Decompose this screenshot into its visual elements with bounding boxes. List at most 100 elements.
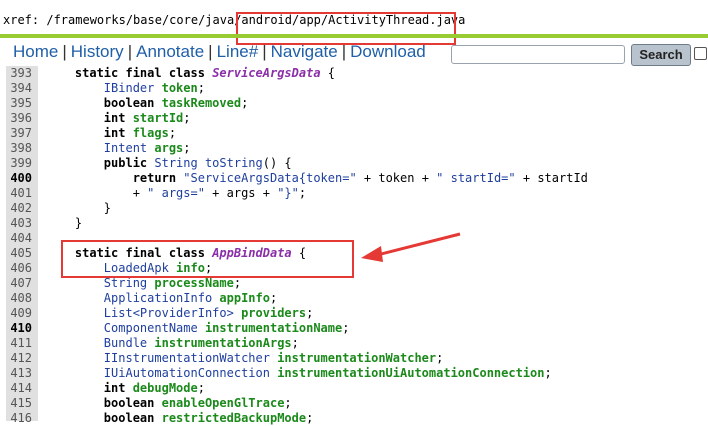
line-number[interactable]: 399 (6, 156, 38, 171)
code-token[interactable]: restrictedBackupMode (162, 411, 307, 425)
code-token[interactable]: startId (133, 111, 184, 125)
line-number[interactable]: 409 (6, 306, 38, 321)
code-token: ; (233, 276, 242, 290)
code-token: } (103, 201, 112, 215)
nav-link-download[interactable]: Download (350, 42, 426, 61)
code-token: + args + (204, 186, 278, 200)
code-text: boolean taskRemoved; (46, 96, 249, 111)
line-number[interactable]: 400 (6, 171, 38, 186)
code-line: 396 int startId; (6, 111, 708, 126)
code-token: ComponentName (103, 321, 205, 335)
line-number[interactable]: 416 (6, 411, 38, 426)
line-number[interactable]: 415 (6, 396, 38, 411)
code-line: 413 IUiAutomationConnection instrumentat… (6, 366, 708, 381)
code-line: 399 public String toString() { (6, 156, 708, 171)
line-number[interactable]: 402 (6, 201, 38, 216)
code-token[interactable]: flags (133, 126, 169, 140)
code-text: boolean enableOpenGlTrace; (46, 396, 292, 411)
code-line: 412 IInstrumentationWatcher instrumentat… (6, 351, 708, 366)
code-token[interactable]: processName (154, 276, 233, 290)
code-token: { (320, 66, 336, 80)
nav-link-line[interactable]: Line# (217, 42, 259, 61)
code-token[interactable]: instrumentationName (205, 321, 342, 335)
line-number[interactable]: 410 (6, 321, 38, 336)
code-token: ; (168, 126, 177, 140)
header-divider (0, 34, 708, 38)
nav-link-home[interactable]: Home (13, 42, 58, 61)
line-number[interactable]: 393 (6, 66, 38, 81)
code-text: public String toString() { (46, 156, 292, 171)
code-line: 414 int debugMode; (6, 381, 708, 396)
code-line: 400 return "ServiceArgsData{token=" + to… (6, 171, 708, 186)
nav-link-annotate[interactable]: Annotate (136, 42, 204, 61)
line-number[interactable]: 411 (6, 336, 38, 351)
code-line: 394 IBinder token; (6, 81, 708, 96)
line-number[interactable]: 404 (6, 231, 38, 246)
line-number[interactable]: 394 (6, 81, 38, 96)
code-token[interactable]: instrumentationWatcher (277, 351, 436, 365)
line-number[interactable]: 401 (6, 186, 38, 201)
code-token[interactable]: instrumentationUiAutomationConnection (277, 366, 544, 380)
code-token: String (103, 276, 155, 290)
code-line: 415 boolean enableOpenGlTrace; (6, 396, 708, 411)
code-text: IBinder token; (46, 81, 205, 96)
code-token[interactable]: enableOpenGlTrace (162, 396, 285, 410)
code-token[interactable]: taskRemoved (162, 96, 241, 110)
code-token[interactable]: providers (241, 306, 306, 320)
line-number[interactable]: 403 (6, 216, 38, 231)
code-line: 407 String processName; (6, 276, 708, 291)
line-number[interactable]: 406 (6, 261, 38, 276)
code-text: } (46, 216, 82, 231)
line-number[interactable]: 405 (6, 246, 38, 261)
line-number[interactable]: 407 (6, 276, 38, 291)
class-highlight-box (61, 240, 354, 278)
code-text: static final class ServiceArgsData { (46, 66, 335, 81)
search-option-checkbox[interactable] (694, 47, 707, 60)
line-number[interactable]: 396 (6, 111, 38, 126)
code-line: 401 + " args=" + args + "}"; (6, 186, 708, 201)
code-token[interactable]: toString (205, 156, 263, 170)
code-line: 409 List<ProviderInfo> providers; (6, 306, 708, 321)
code-line: 402 } (6, 201, 708, 216)
code-token[interactable]: args (154, 141, 183, 155)
code-token: ; (241, 96, 249, 110)
nav-link-history[interactable]: History (71, 42, 124, 61)
code-token: ; (291, 336, 299, 350)
line-number[interactable]: 398 (6, 141, 38, 156)
line-number[interactable]: 397 (6, 126, 38, 141)
code-token[interactable]: instrumentationArgs (154, 336, 291, 350)
code-text: int flags; (46, 126, 176, 141)
code-token: " startId=" (436, 171, 516, 185)
code-token[interactable]: appInfo (219, 291, 270, 305)
code-text: ApplicationInfo appInfo; (46, 291, 277, 306)
code-text: + " args=" + args + "}"; (46, 186, 306, 201)
nav-separator: | (208, 42, 213, 61)
line-number[interactable]: 413 (6, 366, 38, 381)
code-token: ; (269, 291, 278, 305)
line-number[interactable]: 408 (6, 291, 38, 306)
code-text: Bundle instrumentationArgs; (46, 336, 299, 351)
line-number[interactable]: 414 (6, 381, 38, 396)
code-token: ; (284, 396, 292, 410)
nav-link-navigate[interactable]: Navigate (271, 42, 338, 61)
line-number[interactable]: 412 (6, 351, 38, 366)
code-token[interactable]: ServiceArgsData (212, 66, 320, 80)
search-input[interactable] (451, 45, 625, 64)
nav-separator: | (262, 42, 267, 61)
search-button[interactable]: Search (631, 44, 691, 66)
code-text: boolean restrictedBackupMode; (46, 411, 314, 426)
line-number[interactable]: 395 (6, 96, 38, 111)
code-line: 411 Bundle instrumentationArgs; (6, 336, 708, 351)
code-text: return "ServiceArgsData{token=" + token … (46, 171, 588, 186)
code-token: Intent (103, 141, 155, 155)
code-token[interactable]: token (162, 81, 198, 95)
code-token: String (154, 156, 205, 170)
code-token[interactable]: debugMode (133, 381, 198, 395)
